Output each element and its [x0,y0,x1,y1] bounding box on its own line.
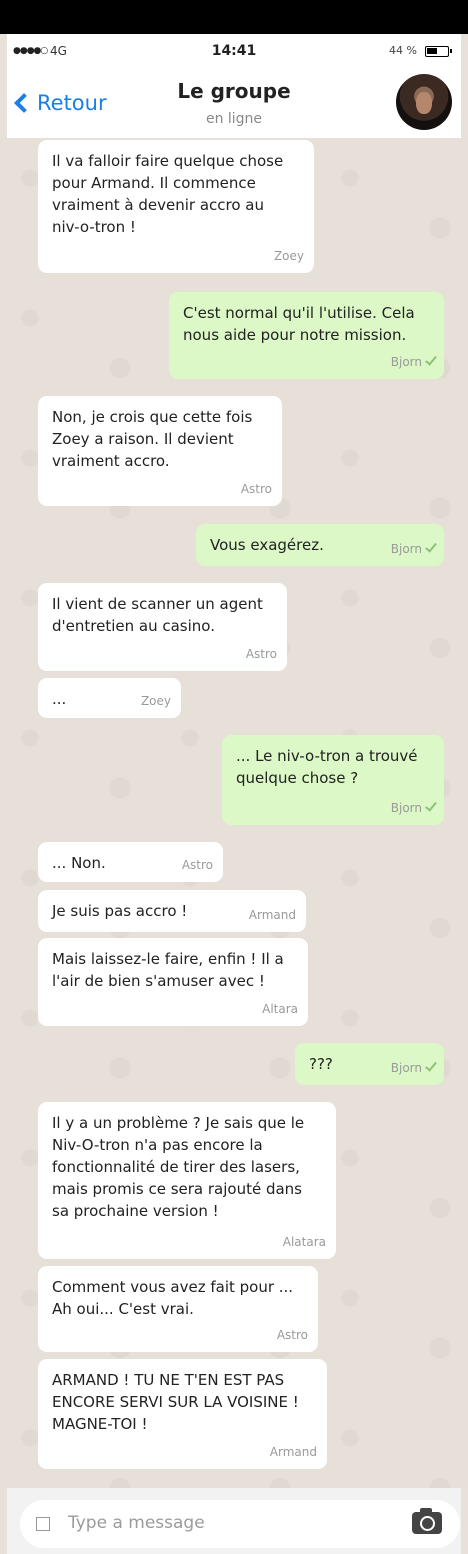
message-sender: Bjorn [390,351,437,373]
message-bubble[interactable]: ARMAND ! TU NE T'EN EST PAS ENCORE SERVI… [38,1359,327,1469]
message-bubble[interactable]: Il vient de scanner un agent d'entretien… [38,583,287,671]
message-text: Il vient de scanner un agent d'entretien… [52,595,263,635]
compose-bar: Type a message [7,1488,461,1554]
message-sender: Alatara [282,1235,326,1249]
message-sender: Armand [269,1445,317,1459]
message-bubble[interactable]: Mais laissez-le faire, enfin ! Il a l'ai… [38,938,308,1026]
message-text: C'est normal qu'il l'utilise. Cela nous … [183,304,415,344]
checkbox-icon[interactable] [36,1517,50,1531]
chat-title: Le groupe [177,79,291,103]
message-bubble[interactable]: ??? Bjorn [295,1043,444,1085]
message-text: ARMAND ! TU NE T'EN EST PAS ENCORE SERVI… [52,1371,299,1433]
message-bubble[interactable]: Vous exagérez. Bjorn [196,524,444,566]
sender-name: Bjorn [390,1061,422,1075]
sender-name: Bjorn [390,801,422,815]
message-text: Non, je crois que cette fois Zoey a rais… [52,408,253,470]
message-sender: Astro [245,647,277,661]
avatar[interactable] [396,74,452,130]
message-bubble[interactable]: Je suis pas accro ! Armand [38,890,306,932]
message-placeholder: Type a message [68,1513,205,1533]
check-icon [425,540,437,553]
check-icon [425,799,437,812]
message-input[interactable]: Type a message [20,1500,460,1548]
message-bubble[interactable]: ... Le niv-o-tron a trouvé quelque chose… [222,735,444,825]
chat-header: ●●●●○ 4G 14:41 44 % Retour Le groupe en … [7,34,461,138]
message-bubble[interactable]: C'est normal qu'il l'utilise. Cela nous … [169,292,444,379]
message-sender: Bjorn [390,1057,437,1079]
message-sender: Bjorn [390,797,437,819]
battery-percent: 44 % [389,44,417,57]
message-bubble[interactable]: Il va falloir faire quelque chose pour A… [38,140,314,273]
message-bubble[interactable]: Non, je crois que cette fois Zoey a rais… [38,396,282,506]
message-text: Comment vous avez fait pour ... Ah oui..… [52,1278,294,1318]
message-sender: Bjorn [390,538,437,560]
camera-icon[interactable] [412,1508,442,1534]
message-bubble[interactable]: ... Non. Astro [38,842,223,882]
message-text: ... Le niv-o-tron a trouvé quelque chose… [236,747,418,787]
message-text: Il va falloir faire quelque chose pour A… [52,152,284,236]
status-bar: ●●●●○ 4G 14:41 44 % [13,43,455,62]
message-sender: Astro [181,858,213,872]
chat-subtitle: en ligne [205,111,263,127]
message-bubble[interactable]: ... Zoey [38,678,181,718]
sender-name: Bjorn [390,355,422,369]
message-sender: Astro [240,482,272,496]
message-sender: Armand [248,908,296,922]
check-icon [425,353,437,366]
message-list[interactable]: Il va falloir faire quelque chose pour A… [0,138,468,1488]
message-sender: Zoey [273,249,304,263]
message-bubble[interactable]: Comment vous avez fait pour ... Ah oui..… [38,1266,318,1352]
sender-name: Bjorn [390,542,422,556]
battery-icon [425,46,452,57]
message-sender: Zoey [140,694,171,708]
message-text: Il y a un problème ? Je sais que le Niv-… [52,1114,305,1220]
message-bubble[interactable]: Il y a un problème ? Je sais que le Niv-… [38,1102,336,1259]
message-sender: Astro [276,1328,308,1342]
message-sender: Altara [262,1002,298,1016]
message-text: Mais laissez-le faire, enfin ! Il a l'ai… [52,950,284,990]
check-icon [425,1059,437,1072]
top-bar [0,0,468,34]
